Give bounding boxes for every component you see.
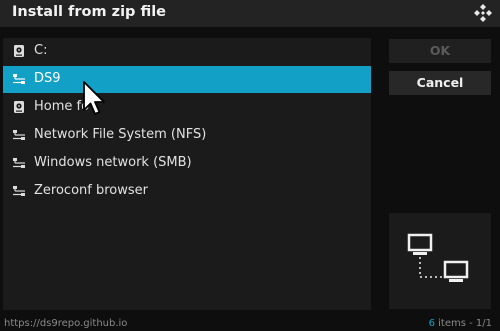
list-item-label: Home fo (34, 99, 90, 114)
kodi-logo-icon (474, 4, 492, 22)
list-item-home-folder[interactable]: Home fo (3, 94, 371, 121)
hard-drive-icon (14, 101, 24, 113)
network-computers-icon (407, 233, 469, 282)
network-share-icon (13, 74, 25, 84)
list-item-label: Zeroconf browser (34, 183, 148, 198)
hard-drive-icon (14, 45, 24, 57)
network-preview-panel (389, 213, 491, 309)
network-share-icon (13, 130, 25, 140)
list-item-label: DS9 (34, 71, 61, 86)
dialog-title: Install from zip file (12, 4, 167, 20)
list-item-label: Windows network (SMB) (34, 155, 192, 170)
list-item-ds9[interactable]: DS9 (3, 66, 371, 93)
item-count: 6 items - 1/1 (429, 318, 492, 329)
list-item-label: C: (34, 43, 48, 58)
current-path: https://ds9repo.github.io (4, 318, 128, 329)
mouse-pointer-icon (83, 81, 105, 115)
install-from-zip-dialog: Install from zip file C: DS9 Home fo Net… (0, 0, 500, 331)
list-item-zeroconf[interactable]: Zeroconf browser (3, 178, 371, 205)
list-item-smb[interactable]: Windows network (SMB) (3, 150, 371, 177)
network-share-icon (13, 186, 25, 196)
list-item-label: Network File System (NFS) (34, 127, 207, 142)
cancel-button[interactable]: Cancel (389, 71, 491, 95)
dialog-title-bar: Install from zip file (0, 0, 500, 27)
list-item-nfs[interactable]: Network File System (NFS) (3, 122, 371, 149)
source-list: C: DS9 Home fo Network File System (NFS)… (3, 38, 371, 310)
network-share-icon (13, 158, 25, 168)
item-count-text: items - 1/1 (434, 318, 492, 329)
list-item-c-drive[interactable]: C: (3, 38, 371, 65)
ok-button[interactable]: OK (389, 39, 491, 63)
